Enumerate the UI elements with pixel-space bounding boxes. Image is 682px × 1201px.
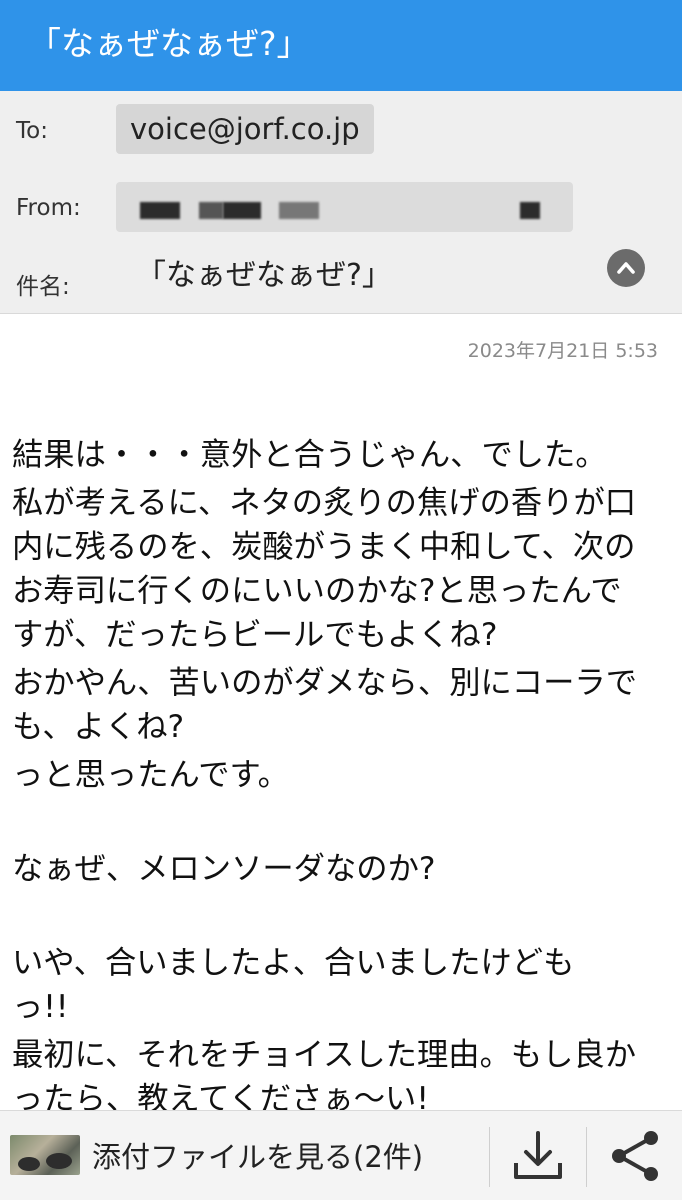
redaction-block	[279, 202, 319, 219]
title-bar: 「なぁぜなぁぜ?」	[0, 0, 682, 91]
download-button[interactable]	[490, 1111, 586, 1201]
bottom-action-bar: 添付ファイルを見る(2件)	[0, 1110, 682, 1200]
body-paragraph: 私が考えるに、ネタの炙りの焦げの香りが口 内に残るのを、炭酸がうまく中和して、次…	[12, 485, 637, 653]
redaction-block	[520, 202, 540, 219]
attachment-thumbnail[interactable]	[10, 1135, 80, 1175]
to-address-chip[interactable]: voice@jorf.co.jp	[116, 104, 374, 154]
chevron-up-icon	[617, 262, 635, 274]
page-title: 「なぁぜなぁぜ?」	[28, 24, 310, 63]
message-date: 2023年7月21日 5:53	[467, 340, 658, 362]
redaction-block	[223, 202, 261, 219]
redaction-block	[199, 202, 223, 219]
to-label: To:	[16, 118, 48, 144]
from-address-chip-redacted[interactable]	[116, 182, 573, 232]
view-attachments-link[interactable]: 添付ファイルを見る(2件)	[92, 1138, 423, 1176]
redaction-block	[140, 202, 180, 219]
share-button[interactable]	[587, 1111, 682, 1201]
collapse-header-button[interactable]	[607, 249, 645, 287]
plate-shape	[46, 1153, 72, 1169]
body-paragraph: 最初に、それをチョイスした理由。もし良か ったら、教えてくださぁ〜い!	[12, 1037, 637, 1117]
body-paragraph: おかやん、苦いのがダメなら、別にコーラで も、よくね?	[12, 665, 638, 745]
body-paragraph: いや、合いましたよ、合いましたけども っ!!	[12, 945, 575, 1025]
download-icon	[514, 1131, 562, 1179]
plate-shape	[18, 1157, 40, 1171]
mail-header: To: voice@jorf.co.jp From: 件名: 「なぁぜなぁぜ?」	[0, 91, 682, 314]
body-paragraph: 結果は・・・意外と合うじゃん、でした。	[12, 437, 607, 473]
message-body: 結果は・・・意外と合うじゃん、でした。 私が考えるに、ネタの炙りの焦げの香りが口…	[12, 433, 677, 1125]
from-label: From:	[16, 195, 81, 221]
subject-label: 件名:	[16, 274, 70, 300]
body-paragraph: なぁぜ、メロンソーダなのか?	[12, 851, 436, 887]
subject-text: 「なぁぜなぁぜ?」	[136, 258, 392, 293]
share-icon	[612, 1131, 658, 1181]
body-paragraph: っと思ったんです。	[12, 757, 289, 793]
